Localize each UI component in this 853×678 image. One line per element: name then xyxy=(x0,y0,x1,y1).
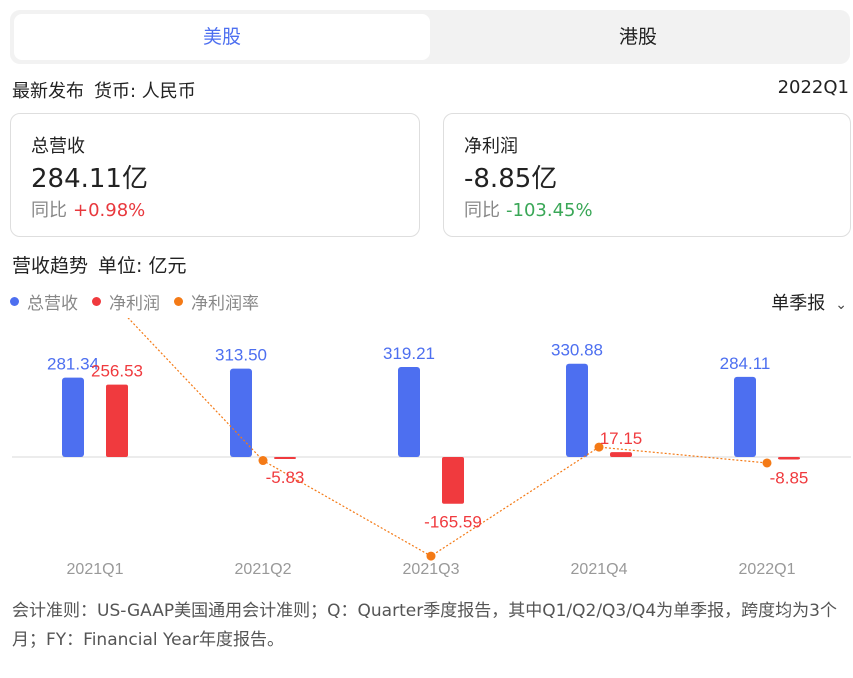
margin-point xyxy=(258,456,268,466)
net-income-value-label: -5.83 xyxy=(266,468,305,487)
revenue-bar xyxy=(62,377,84,457)
margin-point xyxy=(426,551,436,561)
period-dropdown-label: 单季报 xyxy=(771,293,826,314)
report-meta: 最新发布 货币: 人民币 xyxy=(12,77,196,103)
trend-title: 营收趋势 单位: 亿元 xyxy=(12,251,186,278)
net-income-value-label: -8.85 xyxy=(770,468,809,487)
net-income-value-label: 256.53 xyxy=(91,362,143,381)
revenue-value-label: 330.88 xyxy=(551,341,603,360)
revenue-label: 总营收 xyxy=(31,136,85,157)
legend-margin-label: 净利润率 xyxy=(191,294,259,314)
legend-net-income-dot xyxy=(92,297,101,306)
legend-margin-dot xyxy=(174,297,183,306)
footnote: 会计准则：US-GAAP美国通用会计准则；Q：Quarter季度报告，其中Q1/… xyxy=(12,601,837,650)
revenue-chart: 2021Q1 2021Q2 2021Q3 2021Q4 2022Q1281.34256.… xyxy=(12,318,851,578)
revenue-value-label: 313.50 xyxy=(215,346,267,365)
net-income-yoy-label: 同比 xyxy=(464,200,500,221)
x-tick-label: 2022Q1 xyxy=(739,561,796,578)
net-income-value: -8.85亿 xyxy=(464,164,558,194)
net-income-value-label: 17.15 xyxy=(600,429,643,448)
net-income-label: 净利润 xyxy=(464,136,518,157)
net-income-card: 净利润 -8.85亿 同比 -103.45% xyxy=(443,113,851,237)
net-income-bar xyxy=(274,457,296,459)
report-period: 2022Q1 xyxy=(777,77,849,98)
net-income-bar xyxy=(778,457,800,460)
revenue-card: 总营收 284.11亿 同比 +0.98% xyxy=(10,113,420,237)
net-income-yoy: 同比 -103.45% xyxy=(464,196,593,222)
revenue-yoy-label: 同比 xyxy=(31,200,67,221)
x-tick-label: 2021Q3 xyxy=(403,561,460,578)
revenue-value: 284.11亿 xyxy=(31,164,148,194)
trend-unit: 单位: 亿元 xyxy=(98,255,187,277)
net-income-bar xyxy=(106,384,128,457)
revenue-bar xyxy=(230,368,252,457)
legend-revenue[interactable]: 总营收 xyxy=(10,289,78,314)
latest-label: 最新发布 xyxy=(12,81,84,102)
legend-net-income[interactable]: 净利润 xyxy=(92,289,160,314)
trend-title-text: 营收趋势 xyxy=(12,255,89,277)
legend-revenue-dot xyxy=(10,297,19,306)
net-income-yoy-value: -103.45% xyxy=(506,200,593,221)
tab-hk-stock[interactable]: 港股 xyxy=(430,14,846,60)
net-income-bar xyxy=(442,457,464,504)
legend-margin[interactable]: 净利润率 xyxy=(174,289,259,314)
x-tick-label: 2021Q1 xyxy=(67,561,124,578)
revenue-bar xyxy=(734,376,756,457)
net-income-value-label: -165.59 xyxy=(424,513,482,532)
legend-revenue-label: 总营收 xyxy=(27,294,78,314)
chart-legend: 总营收 净利润 净利润率 xyxy=(10,289,259,314)
x-tick-label: 2021Q4 xyxy=(571,561,628,578)
currency-label: 货币: 人民币 xyxy=(94,81,196,102)
legend-net-income-label: 净利润 xyxy=(109,294,160,314)
revenue-value-label: 284.11 xyxy=(720,354,771,373)
net-income-bar xyxy=(610,452,632,457)
revenue-yoy: 同比 +0.98% xyxy=(31,196,145,222)
revenue-bar xyxy=(398,366,420,457)
tab-us-stock[interactable]: 美股 xyxy=(14,14,430,60)
market-tabs: 美股 港股 xyxy=(10,10,850,64)
margin-point xyxy=(762,458,772,468)
revenue-yoy-value: +0.98% xyxy=(73,200,146,221)
revenue-value-label: 319.21 xyxy=(383,344,435,363)
period-dropdown[interactable]: 单季报 ⌄ xyxy=(771,289,847,315)
chevron-down-icon: ⌄ xyxy=(835,297,847,313)
revenue-bar xyxy=(566,363,588,457)
x-tick-label: 2021Q2 xyxy=(235,561,292,578)
